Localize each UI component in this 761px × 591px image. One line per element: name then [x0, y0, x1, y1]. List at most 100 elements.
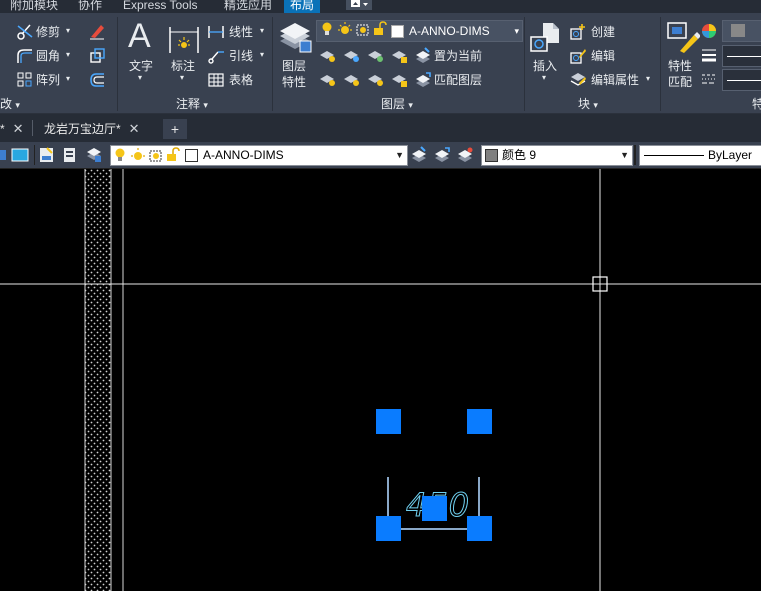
insert-block-icon[interactable] [529, 21, 563, 55]
new-tab-button[interactable]: + [163, 119, 187, 139]
layer-lock-icon [392, 51, 407, 63]
dimension-icon[interactable] [167, 23, 201, 57]
layer-previous-icon[interactable] [61, 146, 79, 164]
edit-attributes-label[interactable]: 编辑属性 [591, 73, 639, 87]
fillet-label[interactable]: 圆角 [36, 49, 60, 63]
layer-tools-row-2[interactable] [318, 71, 428, 89]
panel-title-layers[interactable]: 图层 ▾ [381, 95, 413, 112]
doc-tab-current[interactable]: * ✕ [0, 119, 24, 139]
linear-label[interactable]: 线性 [229, 25, 253, 39]
lineweight-dropdown[interactable] [722, 45, 761, 67]
close-icon[interactable]: ✕ [129, 121, 140, 136]
leader-label[interactable]: 引线 [229, 49, 253, 63]
array-label[interactable]: 阵列 [36, 73, 60, 87]
lineweight-icon[interactable] [700, 46, 718, 64]
layer-tools-row-1[interactable] [318, 47, 428, 65]
panel-title-properties[interactable]: 特 [752, 95, 761, 112]
array-dropdown[interactable]: ▾ [66, 72, 70, 86]
insert-dropdown[interactable]: ▾ [542, 71, 546, 85]
match-properties-label-2[interactable]: 匹配 [668, 75, 692, 89]
make-current-icon[interactable] [85, 146, 103, 164]
leader-icon[interactable] [207, 47, 225, 65]
color-wheel-icon[interactable] [700, 22, 718, 40]
layer-state-icon[interactable] [38, 146, 56, 164]
layer-on-icon [114, 147, 126, 165]
layer-thaw-icon [337, 21, 353, 41]
fillet-dropdown[interactable]: ▾ [66, 48, 70, 62]
panel-title-annotation[interactable]: 注释 ▾ [176, 95, 208, 112]
grip-dimension-left[interactable] [376, 516, 401, 541]
create-block-icon[interactable] [569, 23, 587, 41]
layer-select[interactable]: A-ANNO-DIMS ▼ [110, 145, 408, 166]
layer-properties-label-2[interactable]: 特性 [282, 75, 306, 89]
ribbon: 修剪 ▾ 圆角 ▾ 阵列 ▾ 改 ▾ A 文字 ▾ 标注 ▾ 线性 ▾ 引线 ▾… [0, 13, 761, 114]
match-properties-label-1[interactable]: 特性 [668, 59, 692, 73]
layer-properties-icon[interactable] [278, 21, 312, 55]
grip-dimension-text[interactable] [422, 496, 447, 521]
linetype-preview [644, 155, 704, 156]
edit-attributes-icon[interactable] [569, 71, 587, 89]
doc-tab-label: 龙岩万宝边厅* [44, 122, 121, 136]
panel-title-block[interactable]: 块 ▾ [578, 95, 598, 112]
layer-translate-icon[interactable] [456, 146, 474, 164]
linear-dim-icon[interactable] [207, 23, 225, 41]
create-label[interactable]: 创建 [591, 25, 615, 39]
panel-title-modify[interactable]: 改 ▾ [0, 95, 20, 112]
tab-express-tools[interactable]: Express Tools [123, 0, 197, 13]
layer-properties-label-1[interactable]: 图层 [282, 59, 306, 73]
grip-extension-top-right[interactable] [467, 409, 492, 434]
color-select[interactable]: 颜色 9 ▼ [481, 145, 633, 166]
layer-viewport-icon [148, 147, 164, 165]
layer-thaw-all-icon [344, 75, 359, 86]
linetype-dropdown[interactable] [722, 69, 761, 91]
match-layer-tool-icon[interactable] [410, 146, 428, 164]
grip-extension-top-left[interactable] [376, 409, 401, 434]
set-current-icon[interactable] [414, 47, 432, 65]
match-properties-icon[interactable] [666, 21, 700, 55]
trim-label[interactable]: 修剪 [36, 25, 60, 39]
layer-viewport-icon [355, 21, 371, 41]
tab-collaborate[interactable]: 协作 [78, 0, 102, 13]
tab-featured-apps[interactable]: 精选应用 [224, 0, 272, 13]
text-dropdown[interactable]: ▾ [138, 71, 142, 85]
trim-dropdown[interactable]: ▾ [66, 24, 70, 38]
set-current-label[interactable]: 置为当前 [434, 49, 482, 63]
edit-block-icon[interactable] [569, 47, 587, 65]
text-tool-icon[interactable]: A [128, 19, 151, 53]
close-icon[interactable]: ✕ [13, 121, 24, 136]
edit-attributes-dropdown[interactable]: ▾ [646, 72, 650, 86]
color-dropdown[interactable] [722, 20, 761, 42]
match-layer-label[interactable]: 匹配图层 [434, 73, 482, 87]
tab-addons[interactable]: 附加模块 [10, 0, 58, 13]
table-icon[interactable] [207, 71, 225, 89]
drawing-canvas[interactable]: 450 [0, 169, 761, 591]
offset-icon[interactable] [88, 71, 106, 89]
layer-dropdown-arrow: ▾ [514, 26, 519, 36]
linetype-select[interactable]: ByLayer [639, 145, 761, 166]
array-icon[interactable] [16, 71, 34, 89]
ribbon-options-icon [351, 0, 368, 7]
fillet-icon[interactable] [16, 47, 34, 65]
match-layer-icon[interactable] [414, 71, 432, 89]
layer-isolate-icon [320, 51, 335, 62]
chevron-down-icon: ▼ [395, 150, 404, 160]
grip-dimension-right[interactable] [467, 516, 492, 541]
dimension-dropdown[interactable]: ▾ [180, 71, 184, 85]
tab-layout[interactable]: 布局 [284, 0, 321, 13]
layer-walk-icon[interactable] [433, 146, 451, 164]
linetype-icon[interactable] [700, 70, 718, 88]
doc-tab-longyan[interactable]: 龙岩万宝边厅* ✕ [44, 119, 140, 139]
ribbon-options-button[interactable] [346, 0, 372, 10]
layer-on-icon [321, 21, 333, 41]
linear-dropdown[interactable]: ▾ [260, 24, 264, 38]
view-tools-icon[interactable] [0, 147, 34, 164]
table-label[interactable]: 表格 [229, 73, 253, 87]
color-value: 颜色 9 [502, 148, 537, 162]
leader-dropdown[interactable]: ▾ [260, 48, 264, 62]
trim-icon[interactable] [16, 23, 34, 41]
layer-dropdown[interactable]: A-ANNO-DIMS ▾ [316, 20, 523, 42]
edit-label[interactable]: 编辑 [591, 49, 615, 63]
layer-unlock-icon [373, 21, 387, 41]
erase-icon[interactable] [88, 22, 106, 40]
copy-icon[interactable] [88, 47, 106, 65]
